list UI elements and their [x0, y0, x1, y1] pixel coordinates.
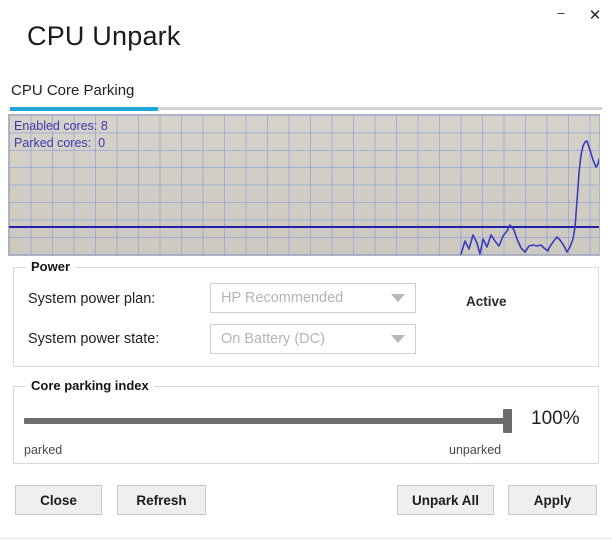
chart-legend-enabled-cores: Enabled cores: 8: [14, 119, 108, 133]
chevron-down-icon: [381, 294, 415, 302]
refresh-button[interactable]: Refresh: [117, 485, 206, 515]
close-icon[interactable]: ✕: [578, 2, 612, 28]
chart-legend-parked-cores: Parked cores: 0: [14, 136, 106, 150]
core-parking-index-value: 100%: [531, 408, 580, 429]
minimize-icon[interactable]: –: [544, 2, 578, 28]
power-group-title: Power: [26, 259, 76, 274]
system-power-state-value: On Battery (DC): [221, 331, 325, 347]
tab-cpu-core-parking[interactable]: CPU Core Parking: [11, 82, 134, 99]
tab-strip: CPU Core Parking: [0, 82, 612, 111]
core-parking-index-title: Core parking index: [26, 378, 154, 393]
cpu-unpark-window: – ✕ CPU Unpark CPU Core Parking Enabled …: [0, 0, 612, 545]
tab-active-indicator: [10, 107, 158, 111]
status-badge: Active: [466, 294, 507, 309]
slider-max-label: unparked: [449, 443, 502, 457]
core-parking-index-slider-thumb[interactable]: [503, 409, 512, 433]
apply-button[interactable]: Apply: [508, 485, 597, 515]
system-power-plan-dropdown[interactable]: HP Recommended: [210, 283, 416, 313]
window-bottom-edge: [0, 538, 612, 545]
window-controls: – ✕: [544, 0, 612, 30]
system-power-state-dropdown[interactable]: On Battery (DC): [210, 324, 416, 354]
close-button[interactable]: Close: [15, 485, 102, 515]
cpu-parking-chart: Enabled cores: 8 Parked cores: 0: [8, 114, 600, 256]
page-title: CPU Unpark: [27, 21, 181, 51]
system-power-plan-label: System power plan:: [28, 291, 156, 307]
slider-min-label: parked: [24, 443, 63, 457]
core-parking-index-slider[interactable]: [24, 418, 512, 424]
system-power-plan-value: HP Recommended: [221, 290, 344, 306]
system-power-state-label: System power state:: [28, 331, 160, 347]
unpark-all-button[interactable]: Unpark All: [397, 485, 494, 515]
chevron-down-icon: [381, 335, 415, 343]
chart-legend: Enabled cores: 8 Parked cores: 0: [14, 118, 108, 152]
